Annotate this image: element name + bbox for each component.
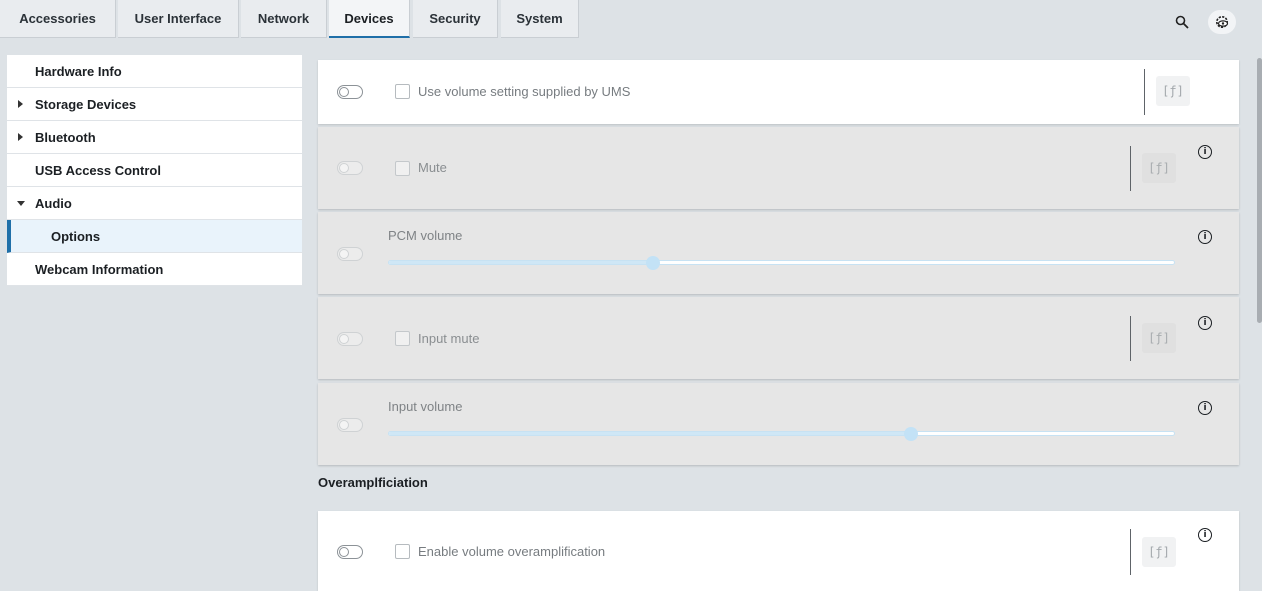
divider — [1130, 529, 1131, 575]
mute-label: Mute — [418, 160, 447, 175]
top-tab-bar: Accessories User Interface Network Devic… — [0, 0, 1262, 40]
input-volume-slider-track[interactable] — [388, 431, 1175, 436]
sidebar-item-label: USB Access Control — [35, 162, 161, 178]
sidebar-item-usb-access-control[interactable]: USB Access Control — [7, 154, 302, 187]
sidebar-item-label: Audio — [35, 195, 72, 211]
sidebar-item-options[interactable]: Options — [7, 220, 302, 253]
toggle-knob — [339, 249, 349, 259]
ums-volume-checkbox[interactable] — [395, 84, 410, 99]
mute-checkbox[interactable] — [395, 161, 410, 176]
function-button[interactable]: [ƒ] — [1156, 76, 1190, 106]
divider — [1130, 316, 1131, 361]
sidebar-item-label: Hardware Info — [35, 63, 122, 79]
caret-down-icon[interactable] — [17, 200, 25, 206]
sidebar-item-bluetooth[interactable]: Bluetooth — [7, 121, 302, 154]
search-icon[interactable] — [1168, 10, 1196, 34]
toggle-knob — [339, 420, 349, 430]
pcm-volume-slider-thumb[interactable] — [646, 256, 661, 270]
divider — [1130, 146, 1131, 191]
tab-network[interactable]: Network — [241, 0, 327, 38]
setting-ums-volume: Use volume setting supplied by UMS [ƒ] — [318, 60, 1239, 124]
sidebar-nav: Hardware Info Storage Devices Bluetooth … — [7, 55, 302, 286]
tab-label: Network — [257, 11, 310, 26]
info-icon[interactable]: i — [1198, 145, 1212, 159]
input-volume-toggle[interactable] — [337, 418, 363, 432]
setting-enable-overamplification: Enable volume overamplification [ƒ] i — [318, 511, 1239, 591]
sidebar-item-label: Options — [51, 228, 101, 244]
tab-accessories[interactable]: Accessories — [0, 0, 116, 38]
ums-volume-toggle[interactable] — [337, 85, 363, 99]
toggle-knob — [339, 547, 349, 557]
info-icon[interactable]: i — [1198, 316, 1212, 330]
caret-right-icon[interactable] — [18, 133, 23, 141]
section-title-overamplification: Overamplficiation — [318, 475, 428, 490]
tab-label: Accessories — [19, 11, 96, 26]
tab-label: Devices — [344, 10, 394, 26]
divider — [1144, 69, 1145, 115]
caret-right-icon[interactable] — [18, 100, 23, 108]
tab-label: Security — [429, 11, 481, 26]
setting-pcm-volume: PCM volume i — [318, 212, 1239, 294]
toggle-knob — [339, 334, 349, 344]
tab-system[interactable]: System — [501, 0, 579, 38]
info-icon[interactable]: i — [1198, 528, 1212, 542]
overamplification-label: Enable volume overamplification — [418, 544, 606, 559]
tab-security[interactable]: Security — [413, 0, 498, 38]
input-mute-checkbox[interactable] — [395, 331, 410, 346]
sidebar-item-label: Webcam Information — [35, 261, 164, 277]
info-icon[interactable]: i — [1198, 230, 1212, 244]
sidebar-item-audio[interactable]: Audio — [7, 187, 302, 220]
sidebar-item-label: Bluetooth — [35, 129, 96, 145]
tab-devices[interactable]: Devices — [329, 0, 410, 38]
tab-label: System — [516, 11, 563, 26]
sidebar-item-storage-devices[interactable]: Storage Devices — [7, 88, 302, 121]
input-mute-toggle[interactable] — [337, 332, 363, 346]
input-volume-slider-thumb[interactable] — [903, 427, 918, 441]
sidebar-item-hardware-info[interactable]: Hardware Info — [7, 55, 302, 88]
setting-input-volume: Input volume i — [318, 383, 1239, 465]
toggle-knob — [339, 163, 349, 173]
toggle-knob — [339, 87, 349, 97]
info-icon[interactable]: i — [1198, 401, 1212, 415]
pcm-volume-slider-track[interactable] — [388, 260, 1175, 265]
setting-mute: Mute [ƒ] i — [318, 127, 1239, 209]
function-button[interactable]: [ƒ] — [1142, 537, 1176, 567]
tab-user-interface[interactable]: User Interface — [118, 0, 239, 38]
scrollbar[interactable] — [1257, 58, 1262, 323]
overamplification-checkbox[interactable] — [395, 544, 410, 559]
tab-label: User Interface — [134, 11, 222, 26]
slider-fill — [389, 432, 911, 435]
setting-input-mute: Input mute [ƒ] i — [318, 297, 1239, 379]
sidebar-item-label: Storage Devices — [35, 96, 137, 112]
pcm-volume-toggle[interactable] — [337, 247, 363, 261]
pcm-volume-label: PCM volume — [388, 228, 463, 243]
ums-volume-label: Use volume setting supplied by UMS — [418, 84, 631, 99]
function-button[interactable]: [ƒ] — [1142, 323, 1176, 353]
mute-toggle[interactable] — [337, 161, 363, 175]
slider-fill — [389, 261, 654, 264]
input-mute-label: Input mute — [418, 331, 480, 346]
settings-eye-icon[interactable] — [1208, 10, 1236, 34]
function-button[interactable]: [ƒ] — [1142, 153, 1176, 183]
overamplification-toggle[interactable] — [337, 545, 363, 559]
sidebar-item-webcam-information[interactable]: Webcam Information — [7, 253, 302, 286]
input-volume-label: Input volume — [388, 399, 463, 414]
